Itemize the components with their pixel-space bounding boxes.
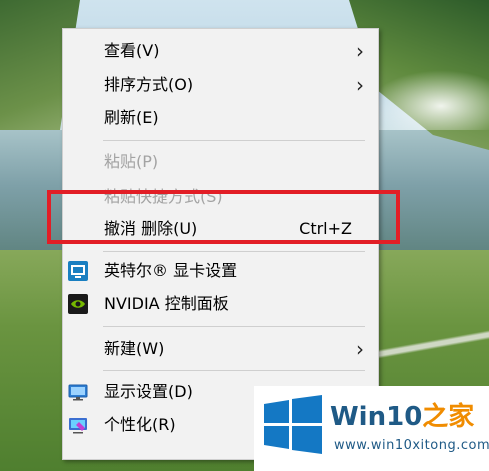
watermark-logo: Win10之家 www.win10xitong.com — [254, 386, 489, 471]
intel-graphics-icon — [68, 261, 88, 281]
windows-logo-icon — [264, 395, 322, 454]
menu-item-label: NVIDIA 控制面板 — [104, 294, 229, 313]
menu-item-view[interactable]: 查看(V) › — [63, 35, 378, 67]
menu-item-label: 显示设置(D) — [104, 382, 193, 401]
watermark-title-accent: 之家 — [422, 402, 475, 432]
menu-item-intel-graphics[interactable]: 英特尔® 显卡设置 — [63, 255, 378, 287]
watermark-url: www.win10xitong.com — [334, 438, 489, 453]
menu-separator — [103, 326, 365, 327]
display-settings-icon — [68, 384, 88, 401]
menu-item-label: 新建(W) — [104, 339, 165, 358]
menu-separator — [103, 140, 365, 141]
highlight-annotation-box — [47, 190, 400, 244]
personalize-icon — [69, 418, 87, 434]
menu-item-sort-by[interactable]: 排序方式(O) › — [63, 69, 378, 101]
menu-separator — [103, 251, 365, 252]
menu-item-label: 排序方式(O) — [104, 75, 194, 94]
menu-item-new[interactable]: 新建(W) › — [63, 333, 378, 365]
road — [370, 330, 489, 360]
menu-item-paste: 粘贴(P) — [63, 146, 378, 178]
menu-item-label: 个性化(R) — [104, 415, 176, 434]
menu-item-label: 英特尔® 显卡设置 — [104, 261, 238, 280]
nvidia-icon — [68, 294, 88, 314]
menu-item-label: 粘贴(P) — [104, 152, 159, 171]
menu-item-label: 刷新(E) — [104, 108, 159, 127]
clouds — [369, 70, 489, 130]
menu-item-nvidia-control-panel[interactable]: NVIDIA 控制面板 — [63, 288, 378, 320]
submenu-arrow-icon: › — [356, 39, 364, 63]
menu-separator — [103, 370, 365, 371]
watermark-title: Win10之家 — [330, 396, 474, 433]
menu-item-label: 查看(V) — [104, 41, 160, 60]
submenu-arrow-icon: › — [356, 337, 364, 361]
submenu-arrow-icon: › — [356, 73, 364, 97]
menu-item-refresh[interactable]: 刷新(E) — [63, 102, 378, 134]
watermark-title-main: Win10 — [330, 402, 423, 432]
